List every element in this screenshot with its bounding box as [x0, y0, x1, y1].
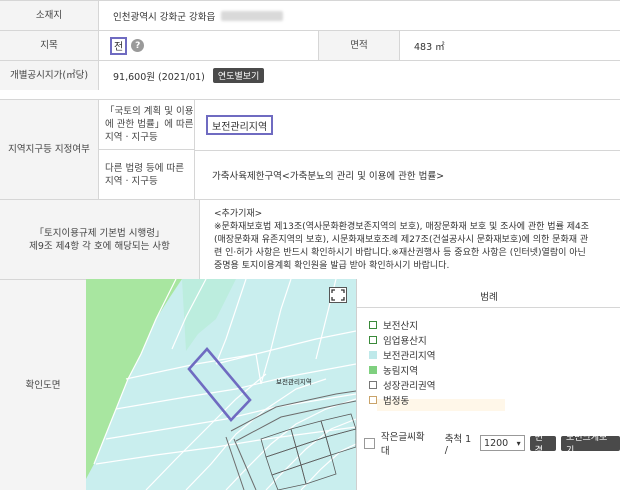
legend-item: 법정동 [369, 394, 410, 407]
legend-swatch [369, 396, 377, 404]
scale-select[interactable]: 1200 ▾ [480, 435, 525, 451]
parcel-zone-label: 보전관리지역 [276, 377, 312, 386]
cadastral-map[interactable]: 보전관리지역 [86, 279, 356, 490]
chevron-down-icon: ▾ [516, 438, 521, 448]
address-masked [221, 10, 284, 21]
legend-label: 보전관리지역 [383, 351, 436, 362]
jimok-label: 지목 [0, 31, 99, 60]
map-controls: 작은글씨확대 축척 1 / 1200 ▾ 변경 도면크게보기 [356, 431, 620, 457]
help-icon[interactable]: ? [131, 39, 145, 52]
legend-swatch [369, 351, 377, 359]
regulation-label-line1: 「토지이용규제 기본법 시행령」 [34, 227, 165, 239]
legend-label: 임업용산지 [383, 336, 427, 347]
jimok-row: 지목 전 ? 면적 483 ㎡ [0, 30, 620, 60]
zoning-sub2-label: 다른 법령 등에 따른 지역 · 지구등 [99, 150, 195, 200]
legend-divider [357, 307, 620, 308]
legend-panel: 범례 보전산지 임업용산지 보전관리지역 농림지역 성장관리권역 법정동 [356, 279, 620, 490]
zoning-row: 지역지구등 지정여부 「국토의 계획 및 이용에 관한 법률」에 따른 지역 ·… [0, 99, 620, 200]
scale-value: 1200 [484, 437, 509, 449]
jimok-value-wrap: 전 ? [110, 31, 145, 60]
address-value: 인천광역시 강화군 강화읍 [113, 1, 284, 30]
map-canvas: 보전관리지역 [86, 279, 356, 490]
map-label: 확인도면 [0, 280, 86, 490]
regulation-label-line2: 제9조 제4항 각 호에 해당되는 사항 [29, 240, 170, 252]
price-value: 91,600원 (2021/01) [113, 71, 205, 83]
area-value: 483 ㎡ [414, 41, 445, 53]
jimok-value: 전 [110, 36, 128, 55]
regulation-notice: <추가기재> ※문화재보호법 제13조(역사문화환경보존지역의 보호), 매장문… [214, 208, 610, 273]
change-scale-button[interactable]: 변경 [529, 433, 556, 456]
legend-swatch [369, 321, 377, 329]
zoning-sub2-value: 가축사육제한구역<가축분뇨의 관리 및 이용에 관한 법률> [212, 171, 445, 182]
price-label: 개별공시지가(㎡당) [0, 61, 99, 90]
notice-line: 련 인·허가 사항은 반드시 확인하시기 바랍니다.※재산권행사 등 중요한 사… [214, 248, 586, 258]
notice-line: ※문화재보호법 제13조(역사문화환경보존지역의 보호), 매장문화재 보호 및… [214, 222, 589, 232]
address-label: 소재지 [0, 1, 99, 30]
address-text: 인천광역시 강화군 강화읍 [113, 11, 216, 23]
fullscreen-icon[interactable] [329, 287, 347, 303]
legend-swatch [369, 336, 377, 344]
area-label: 면적 [318, 31, 400, 60]
cleared-area [182, 279, 236, 351]
address-row: 소재지 인천광역시 강화군 강화읍 [0, 0, 620, 30]
price-row: 개별공시지가(㎡당) 91,600원 (2021/01) 연도별보기 [0, 60, 620, 90]
notice-line: <추가기재> [214, 209, 263, 219]
legend-label: 성장관리권역 [383, 381, 436, 392]
zoning-divider [195, 150, 620, 151]
zoning-sub1-value-wrap: 보전관리지역 [206, 100, 274, 150]
regulation-label: 「토지이용규제 기본법 시행령」 제9조 제4항 각 호에 해당되는 사항 [0, 200, 200, 279]
legend-item: 보전관리지역 [369, 349, 436, 362]
legend-label: 농림지역 [383, 366, 418, 377]
legend-item: 보전산지 [369, 319, 418, 332]
price-value-wrap: 91,600원 (2021/01) 연도별보기 [113, 61, 265, 90]
legend-item: 임업용산지 [369, 334, 427, 347]
legend-item: 농림지역 [369, 364, 418, 377]
small-text-label: 작은글씨확대 [380, 432, 425, 457]
parcel-outlines [260, 413, 356, 490]
small-text-checkbox[interactable] [364, 437, 375, 449]
year-view-button[interactable]: 연도별보기 [212, 68, 265, 83]
legend-swatch [369, 366, 377, 374]
notice-line: 중명용 토지이용계획 확인원을 발급 받아 확인하시기 바랍니다. [214, 261, 450, 271]
legend-label: 법정동 [383, 396, 410, 407]
enlarge-map-button[interactable]: 도면크게보기 [560, 433, 620, 456]
zoning-label: 지역지구등 지정여부 [0, 100, 99, 199]
legend-item: 성장관리권역 [369, 379, 436, 392]
legend-title: 범례 [480, 292, 498, 303]
notice-line: (매장문화재 유존지역의 보호), 시문화재보호조례 제27조(건설공사시 문화… [214, 235, 589, 245]
legend-label: 보전산지 [383, 321, 418, 332]
zoning-sub1-value: 보전관리지역 [206, 115, 274, 135]
scale-label: 축척 1 / [444, 433, 472, 456]
zoning-sub1-label: 「국토의 계획 및 이용에 관한 법률」에 따른 지역 · 지구등 [99, 100, 195, 150]
regulation-row: 「토지이용규제 기본법 시행령」 제9조 제4항 각 호에 해당되는 사항 <추… [0, 199, 620, 279]
legend-swatch [369, 381, 377, 389]
